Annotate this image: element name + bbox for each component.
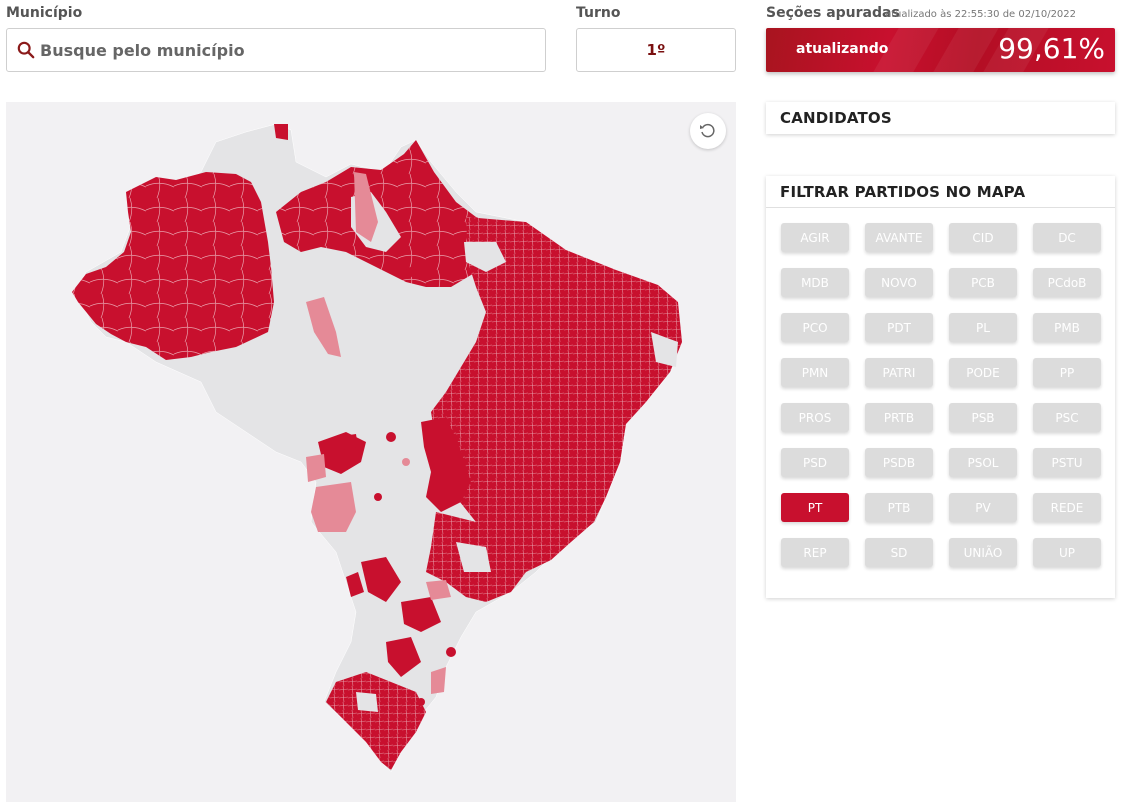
map-reset-button[interactable] (690, 113, 726, 149)
party-button-agir[interactable]: AGIR (781, 223, 849, 252)
party-button-up[interactable]: UP (1033, 538, 1101, 567)
party-button-pmn[interactable]: PMN (781, 358, 849, 387)
party-button-rep[interactable]: REP (781, 538, 849, 567)
refresh-icon (700, 123, 715, 138)
party-button-pcb[interactable]: PCB (949, 268, 1017, 297)
party-button-psc[interactable]: PSC (1033, 403, 1101, 432)
party-button-pl[interactable]: PL (949, 313, 1017, 342)
filter-parties-card: FILTRAR PARTIDOS NO MAPA AGIR AVANTE CID DC… (766, 176, 1115, 598)
map-region-ms-pale-2 (306, 454, 326, 482)
party-button-pros[interactable]: PROS (781, 403, 849, 432)
party-button-mdb[interactable]: MDB (781, 268, 849, 297)
party-button-dc[interactable]: DC (1033, 223, 1101, 252)
map-dot-4 (446, 647, 456, 657)
party-button-sd[interactable]: SD (865, 538, 933, 567)
municipio-label: Município (6, 5, 83, 21)
party-button-psdb[interactable]: PSDB (865, 448, 933, 477)
search-field[interactable] (6, 28, 546, 72)
party-button-pt[interactable]: PT (781, 493, 849, 522)
turno-value: 1º (646, 41, 666, 59)
map-dot-5 (417, 698, 425, 706)
party-button-prtb[interactable]: PRTB (865, 403, 933, 432)
party-button-psol[interactable]: PSOL (949, 448, 1017, 477)
search-icon (17, 41, 35, 59)
status-percent: 99,61% (998, 32, 1105, 65)
party-button-ptb[interactable]: PTB (865, 493, 933, 522)
party-button-psb[interactable]: PSB (949, 403, 1017, 432)
map-dot-2 (386, 432, 396, 442)
filter-title: FILTRAR PARTIDOS NO MAPA (780, 183, 1026, 201)
status-bar: atualizando 99,61% (766, 28, 1115, 72)
party-button-avante[interactable]: AVANTE (865, 223, 933, 252)
party-button-pv[interactable]: PV (949, 493, 1017, 522)
party-button-união[interactable]: UNIÃO (949, 538, 1017, 567)
map-region-rs-gap (356, 692, 378, 712)
party-button-pstu[interactable]: PSTU (1033, 448, 1101, 477)
map-dot-1 (406, 267, 416, 277)
status-label: atualizando (796, 41, 889, 57)
search-input[interactable] (40, 40, 520, 60)
map-region-roraima (274, 124, 288, 140)
party-button-pp[interactable]: PP (1033, 358, 1101, 387)
map-dot-6 (402, 458, 410, 466)
party-button-pcdob[interactable]: PCdoB (1033, 268, 1101, 297)
party-button-pco[interactable]: PCO (781, 313, 849, 342)
map-dot-3 (374, 493, 382, 501)
secoes-updated-timestamp: atualizado às 22:55:30 de 02/10/2022 (885, 9, 1077, 20)
brazil-map[interactable] (6, 102, 736, 802)
secoes-title: Seções apuradas (766, 5, 900, 21)
party-button-psd[interactable]: PSD (781, 448, 849, 477)
party-button-pmb[interactable]: PMB (1033, 313, 1101, 342)
turno-label: Turno (576, 5, 621, 21)
party-button-patri[interactable]: PATRI (865, 358, 933, 387)
filter-divider (766, 207, 1115, 208)
party-button-rede[interactable]: REDE (1033, 493, 1101, 522)
party-button-cid[interactable]: CID (949, 223, 1017, 252)
candidatos-title: CANDIDATOS (780, 109, 892, 127)
map-region-ms-pale (311, 482, 356, 532)
party-button-novo[interactable]: NOVO (865, 268, 933, 297)
candidatos-card[interactable]: CANDIDATOS (766, 102, 1115, 134)
party-button-pode[interactable]: PODE (949, 358, 1017, 387)
turno-select[interactable]: 1º (576, 28, 736, 72)
party-button-pdt[interactable]: PDT (865, 313, 933, 342)
map-panel[interactable] (6, 102, 736, 802)
